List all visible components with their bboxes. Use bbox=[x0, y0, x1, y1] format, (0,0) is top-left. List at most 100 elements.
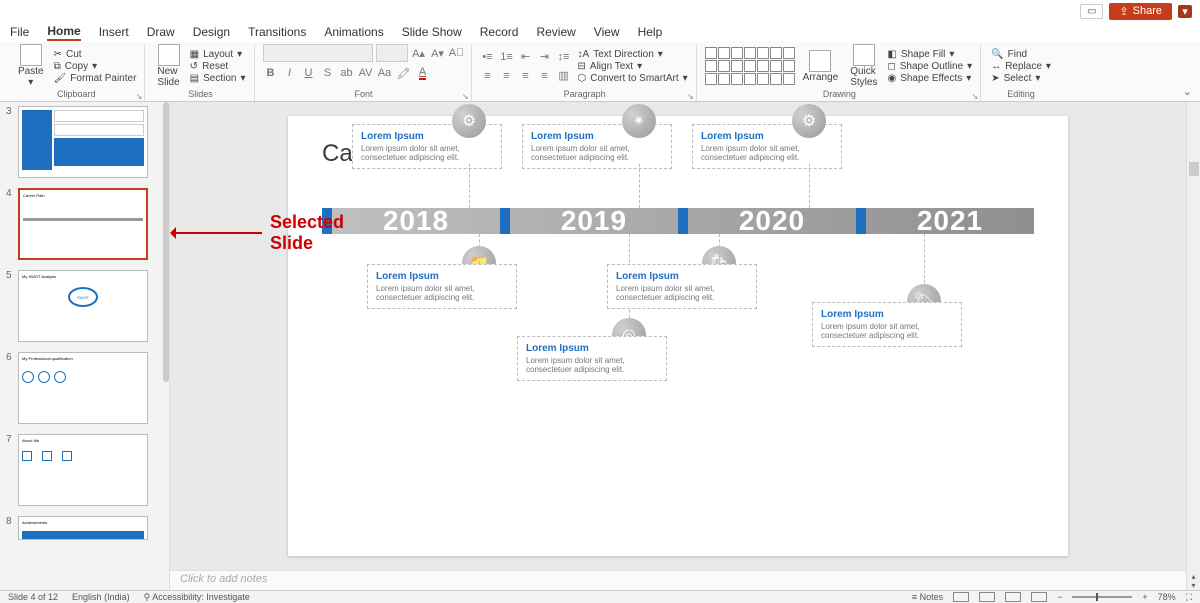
dialog-launcher[interactable]: ↘ bbox=[462, 92, 469, 101]
decrease-indent-button[interactable]: ⇤ bbox=[518, 49, 534, 65]
zoom-slider[interactable] bbox=[1072, 596, 1132, 598]
bold-button[interactable]: B bbox=[263, 65, 279, 81]
timeline-connector bbox=[469, 164, 470, 208]
underline-button[interactable]: U bbox=[301, 65, 317, 81]
timeline-card[interactable]: Lorem IpsumLorem ipsum dolor sit amet, c… bbox=[607, 264, 757, 309]
tab-file[interactable]: File bbox=[10, 25, 29, 39]
replace-button[interactable]: ↔Replace▾ bbox=[989, 61, 1053, 72]
paste-button[interactable]: Paste ▾ bbox=[14, 44, 48, 88]
slide[interactable]: Career Path Lorem IpsumLorem ipsum dolor… bbox=[288, 116, 1068, 556]
char-spacing-button[interactable]: AV bbox=[358, 65, 374, 81]
slide-thumbnail-6[interactable]: My Professional qualification bbox=[18, 352, 148, 424]
group-label: Clipboard bbox=[14, 88, 138, 100]
columns-button[interactable]: ▥ bbox=[556, 68, 572, 84]
group-label: Drawing bbox=[705, 88, 975, 100]
quick-styles-button[interactable]: Quick Styles bbox=[846, 44, 881, 88]
dialog-launcher[interactable]: ↘ bbox=[971, 92, 978, 101]
font-size-select[interactable] bbox=[376, 44, 408, 62]
chevron-down-icon: ▾ bbox=[237, 49, 242, 60]
align-center-button[interactable]: ≡ bbox=[499, 68, 515, 84]
italic-button[interactable]: I bbox=[282, 65, 298, 81]
outline-icon: ◻ bbox=[887, 61, 895, 72]
decrease-font-button[interactable]: A▾ bbox=[430, 45, 446, 61]
chevron-down-icon: ▾ bbox=[637, 61, 642, 72]
layout-button[interactable]: ▦Layout▾ bbox=[188, 49, 248, 60]
timeline-card[interactable]: Lorem IpsumLorem ipsum dolor sit amet, c… bbox=[517, 336, 667, 381]
scroll-thumb[interactable] bbox=[1189, 162, 1199, 176]
smartart-icon: ⬡ bbox=[578, 73, 587, 84]
align-right-button[interactable]: ≡ bbox=[518, 68, 534, 84]
menu-bar: File Home Insert Draw Design Transitions… bbox=[0, 22, 1200, 42]
dialog-launcher[interactable]: ↘ bbox=[136, 92, 143, 101]
font-family-select[interactable] bbox=[263, 44, 373, 62]
text-direction-button[interactable]: ↕AText Direction▾ bbox=[576, 49, 690, 60]
change-case-button[interactable]: Aa bbox=[377, 65, 393, 81]
new-slide-icon bbox=[158, 44, 180, 66]
next-slide-button[interactable]: ▾ bbox=[1191, 581, 1195, 590]
collapse-ribbon-button[interactable]: ⌄ bbox=[1183, 85, 1192, 98]
slide-thumbnail-7[interactable]: About Me bbox=[18, 434, 148, 506]
tab-view[interactable]: View bbox=[594, 25, 620, 39]
tab-review[interactable]: Review bbox=[536, 25, 575, 39]
slide-viewport[interactable]: Career Path Lorem IpsumLorem ipsum dolor… bbox=[170, 102, 1186, 570]
thumbnail-scrollbar[interactable] bbox=[163, 102, 169, 382]
highlight-button[interactable]: 🖍 bbox=[396, 65, 412, 81]
timeline-connector bbox=[809, 164, 810, 208]
align-text-button[interactable]: ⊟Align Text▾ bbox=[576, 61, 690, 72]
section-button[interactable]: ▤Section▾ bbox=[188, 73, 248, 84]
cut-button[interactable]: ✂Cut bbox=[52, 49, 139, 60]
notes-pane[interactable]: Click to add notes bbox=[170, 570, 1186, 590]
tab-record[interactable]: Record bbox=[480, 25, 519, 39]
font-color-button[interactable]: A bbox=[415, 65, 431, 81]
arrange-button[interactable]: Arrange bbox=[799, 50, 843, 83]
find-button[interactable]: 🔍Find bbox=[989, 49, 1053, 60]
ribbon-group-clipboard: Paste ▾ ✂Cut ⧉Copy▾ 🖌Format Painter Clip… bbox=[8, 44, 145, 101]
select-button[interactable]: ➤Select▾ bbox=[989, 73, 1053, 84]
align-text-icon: ⊟ bbox=[578, 61, 586, 72]
slide-thumbnail-8[interactable]: Achievements bbox=[18, 516, 148, 540]
thumb-number: 5 bbox=[6, 270, 14, 281]
tab-draw[interactable]: Draw bbox=[147, 25, 175, 39]
increase-indent-button[interactable]: ⇥ bbox=[537, 49, 553, 65]
tab-slideshow[interactable]: Slide Show bbox=[402, 25, 462, 39]
line-spacing-button[interactable]: ↕≡ bbox=[556, 49, 572, 65]
clear-formatting-button[interactable]: A⃠ bbox=[449, 45, 465, 61]
align-left-button[interactable]: ≡ bbox=[480, 68, 496, 84]
thumbnail-panel[interactable]: 3 4 Career Path 5 My SWOT AnalysisSWOT 6… bbox=[0, 102, 170, 590]
tab-animations[interactable]: Animations bbox=[324, 25, 383, 39]
slide-thumbnail-3[interactable] bbox=[18, 106, 148, 178]
comments-button[interactable]: ▭ bbox=[1080, 4, 1103, 19]
shapes-gallery[interactable] bbox=[705, 47, 795, 85]
copy-button[interactable]: ⧉Copy▾ bbox=[52, 61, 139, 72]
new-slide-button[interactable]: New Slide bbox=[153, 44, 183, 88]
bullets-button[interactable]: •≡ bbox=[480, 49, 496, 65]
tab-insert[interactable]: Insert bbox=[99, 25, 129, 39]
main-area: 3 4 Career Path 5 My SWOT AnalysisSWOT 6… bbox=[0, 102, 1200, 590]
reset-button[interactable]: ↺Reset bbox=[188, 61, 248, 72]
justify-button[interactable]: ≡ bbox=[537, 68, 553, 84]
share-label: Share bbox=[1133, 5, 1162, 17]
tab-transitions[interactable]: Transitions bbox=[248, 25, 306, 39]
numbering-button[interactable]: 1≡ bbox=[499, 49, 515, 65]
slide-thumbnail-4[interactable]: Career Path bbox=[18, 188, 148, 260]
share-button[interactable]: ⇪ Share bbox=[1109, 3, 1172, 20]
slide-thumbnail-5[interactable]: My SWOT AnalysisSWOT bbox=[18, 270, 148, 342]
prev-slide-button[interactable]: ▴ bbox=[1191, 572, 1195, 581]
shape-fill-button[interactable]: ◧Shape Fill▾ bbox=[885, 49, 974, 60]
strikethrough-button[interactable]: S bbox=[320, 65, 336, 81]
share-dropdown[interactable]: ▾ bbox=[1178, 5, 1192, 18]
shadow-button[interactable]: ab bbox=[339, 65, 355, 81]
tab-help[interactable]: Help bbox=[638, 25, 663, 39]
tab-design[interactable]: Design bbox=[193, 25, 230, 39]
vertical-scrollbar[interactable]: ▴ ▾ bbox=[1186, 102, 1200, 590]
timeline-card[interactable]: Lorem IpsumLorem ipsum dolor sit amet, c… bbox=[367, 264, 517, 309]
format-painter-button[interactable]: 🖌Format Painter bbox=[52, 73, 139, 84]
smartart-button[interactable]: ⬡Convert to SmartArt▾ bbox=[576, 73, 690, 84]
dialog-launcher[interactable]: ↘ bbox=[687, 92, 694, 101]
timeline-card[interactable]: Lorem IpsumLorem ipsum dolor sit amet, c… bbox=[812, 302, 962, 347]
tab-home[interactable]: Home bbox=[47, 24, 80, 41]
increase-font-button[interactable]: A▴ bbox=[411, 45, 427, 61]
shape-effects-button[interactable]: ◉Shape Effects▾ bbox=[885, 73, 974, 84]
group-label: Editing bbox=[989, 88, 1053, 100]
shape-outline-button[interactable]: ◻Shape Outline▾ bbox=[885, 61, 974, 72]
